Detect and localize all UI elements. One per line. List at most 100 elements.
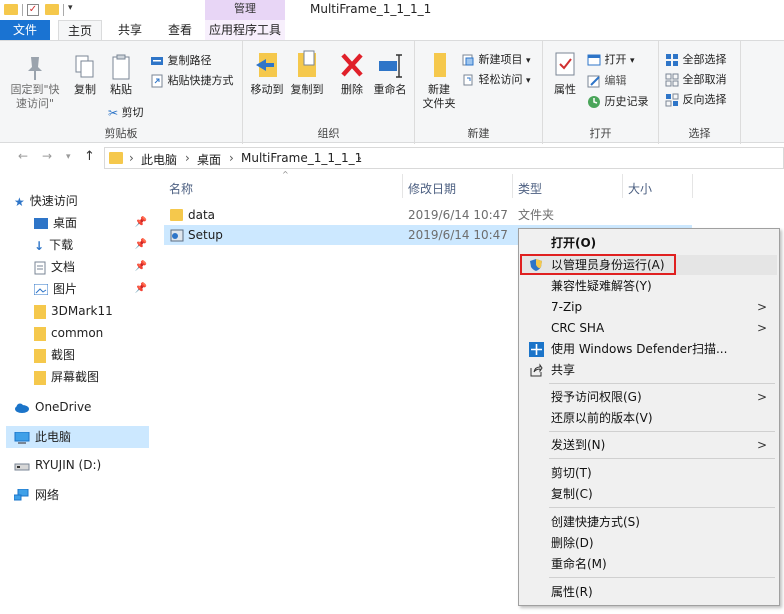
invert-selection-button[interactable]: 反向选择: [665, 91, 727, 107]
tab-share[interactable]: 共享: [110, 20, 150, 40]
back-arrow-icon[interactable]: ←: [18, 149, 28, 163]
menu-item-create-shortcut[interactable]: 创建快捷方式(S): [521, 512, 777, 532]
file-row-data[interactable]: data 2019/6/14 10:47 文件夹: [164, 205, 692, 225]
pin-quick-access-button[interactable]: 固定到"快 速访问": [4, 53, 66, 111]
file-type: 文件夹: [518, 208, 555, 222]
edit-button[interactable]: 编辑: [587, 72, 627, 88]
copy-button[interactable]: 复制: [68, 53, 102, 97]
history-button[interactable]: 历史记录: [587, 93, 649, 109]
nav-onedrive-label: OneDrive: [35, 400, 92, 414]
menu-item-delete[interactable]: 删除(D): [521, 533, 777, 553]
nav-item-desktop[interactable]: 桌面 📌: [34, 212, 149, 234]
chevron-right-icon[interactable]: ›: [357, 151, 362, 165]
column-divider[interactable]: [402, 174, 403, 198]
paste-button[interactable]: 粘贴: [104, 53, 138, 97]
tab-view[interactable]: 查看: [160, 20, 200, 40]
nav-onedrive[interactable]: OneDrive: [14, 396, 149, 418]
column-header-type[interactable]: 类型: [518, 180, 542, 197]
folder-icon: [109, 152, 123, 164]
copy-to-button[interactable]: 复制到: [287, 49, 327, 97]
menu-item-crc-sha[interactable]: CRC SHA >: [521, 318, 777, 338]
menu-item-grant-access[interactable]: 授予访问权限(G) >: [521, 387, 777, 407]
column-header-size[interactable]: 大小: [628, 180, 652, 197]
customize-quick-access-icon[interactable]: ▾: [68, 3, 73, 17]
column-header-modified[interactable]: 修改日期: [408, 180, 456, 197]
pin-icon[interactable]: 📌: [135, 234, 147, 256]
forward-arrow-icon[interactable]: →: [42, 149, 52, 163]
nav-this-pc[interactable]: 此电脑: [6, 426, 149, 448]
tab-app-tools[interactable]: 应用程序工具: [205, 20, 285, 40]
breadcrumb-desktop[interactable]: 桌面: [197, 151, 221, 168]
recent-locations-icon[interactable]: ▾: [66, 152, 71, 162]
nav-drive-d[interactable]: RYUJIN (D:): [14, 454, 149, 476]
select-all-button[interactable]: 全部选择: [665, 51, 727, 67]
properties-button[interactable]: 属性: [547, 49, 583, 97]
menu-item-defender-scan[interactable]: 使用 Windows Defender扫描...: [521, 339, 777, 359]
column-divider[interactable]: [692, 174, 693, 198]
nav-item-documents[interactable]: 文档 📌: [34, 256, 149, 278]
pin-icon[interactable]: 📌: [135, 256, 147, 278]
nav-network[interactable]: 网络: [14, 484, 149, 506]
paste-shortcut-icon: [151, 74, 163, 88]
nav-item-downloads[interactable]: ↓ 下载 📌: [34, 234, 149, 256]
copy-path-button[interactable]: 复制路径: [150, 52, 212, 68]
properties-quick-icon[interactable]: ✓: [27, 4, 39, 16]
up-arrow-icon[interactable]: ↑: [84, 149, 95, 164]
menu-item-open[interactable]: 打开(O): [521, 233, 777, 253]
pin-icon[interactable]: 📌: [135, 278, 147, 300]
desktop-icon: [34, 218, 48, 229]
rename-button[interactable]: 重命名: [371, 49, 409, 97]
menu-separator: [549, 577, 775, 578]
nav-item-pictures[interactable]: 图片 📌: [34, 278, 149, 300]
menu-item-7zip[interactable]: 7-Zip >: [521, 297, 777, 317]
new-folder-quick-icon[interactable]: [45, 4, 59, 15]
nav-item-3dmark11[interactable]: 3DMark11: [34, 300, 149, 322]
column-header-name[interactable]: 名称: [169, 180, 193, 197]
new-folder-button[interactable]: 新建 文件夹: [419, 49, 459, 111]
chevron-right-icon[interactable]: ›: [229, 151, 234, 165]
new-item-button[interactable]: 新建项目 ▾: [461, 51, 531, 67]
manage-context-tab[interactable]: 管理: [205, 0, 285, 20]
menu-item-share[interactable]: 共享: [521, 360, 777, 380]
nav-quick-access[interactable]: ★ 快速访问: [14, 190, 149, 212]
file-name: data: [188, 208, 216, 222]
star-icon: ★: [14, 194, 25, 209]
nav-item-screenshots[interactable]: 截图: [34, 344, 149, 366]
title-bar: ✓ ▾ 管理 MultiFrame_1_1_1_1: [0, 0, 784, 20]
tab-file[interactable]: 文件: [0, 20, 50, 40]
column-divider[interactable]: [622, 174, 623, 198]
move-to-button[interactable]: 移动到: [247, 49, 287, 97]
nav-drive-label: RYUJIN (D:): [35, 458, 102, 472]
menu-item-send-to[interactable]: 发送到(N) >: [521, 435, 777, 455]
menu-item-restore-versions[interactable]: 还原以前的版本(V): [521, 408, 777, 428]
menu-item-properties[interactable]: 属性(R): [521, 582, 777, 602]
open-button[interactable]: 打开 ▾: [587, 51, 635, 67]
chevron-right-icon[interactable]: ›: [129, 151, 134, 165]
menu-item-rename[interactable]: 重命名(M): [521, 554, 777, 574]
menu-item-compat-troubleshoot[interactable]: 兼容性疑难解答(Y): [521, 276, 777, 296]
breadcrumb-current-folder[interactable]: MultiFrame_1_1_1_1: [241, 151, 362, 165]
delete-button[interactable]: 删除: [335, 49, 369, 97]
sort-ascending-icon: ^: [282, 170, 289, 179]
nav-item-common[interactable]: common: [34, 322, 149, 344]
edit-icon: [587, 75, 600, 88]
easy-access-button[interactable]: 轻松访问 ▾: [461, 71, 531, 87]
cut-button[interactable]: ✂ 剪切: [108, 104, 144, 120]
paste-shortcut-button[interactable]: 粘贴快捷方式: [150, 72, 234, 88]
nav-item-label: 截图: [51, 348, 76, 362]
menu-separator: [549, 383, 775, 384]
clipboard-group-label: 剪贴板: [104, 127, 138, 140]
select-none-button[interactable]: 全部取消: [665, 71, 727, 87]
copy-icon: [75, 55, 94, 78]
column-divider[interactable]: [512, 174, 513, 198]
pin-icon[interactable]: 📌: [135, 212, 147, 234]
breadcrumb-this-pc[interactable]: 此电脑: [141, 151, 177, 168]
chevron-right-icon[interactable]: ›: [185, 151, 190, 165]
menu-item-copy[interactable]: 复制(C): [521, 484, 777, 504]
tab-home[interactable]: 主页: [58, 20, 102, 40]
address-box[interactable]: › 此电脑 › 桌面 › MultiFrame_1_1_1_1 ›: [104, 147, 784, 169]
menu-item-cut[interactable]: 剪切(T): [521, 463, 777, 483]
nav-item-screen-captures[interactable]: 屏幕截图: [34, 366, 149, 388]
menu-item-label: 使用 Windows Defender扫描...: [551, 342, 728, 356]
defender-icon: [529, 342, 544, 357]
